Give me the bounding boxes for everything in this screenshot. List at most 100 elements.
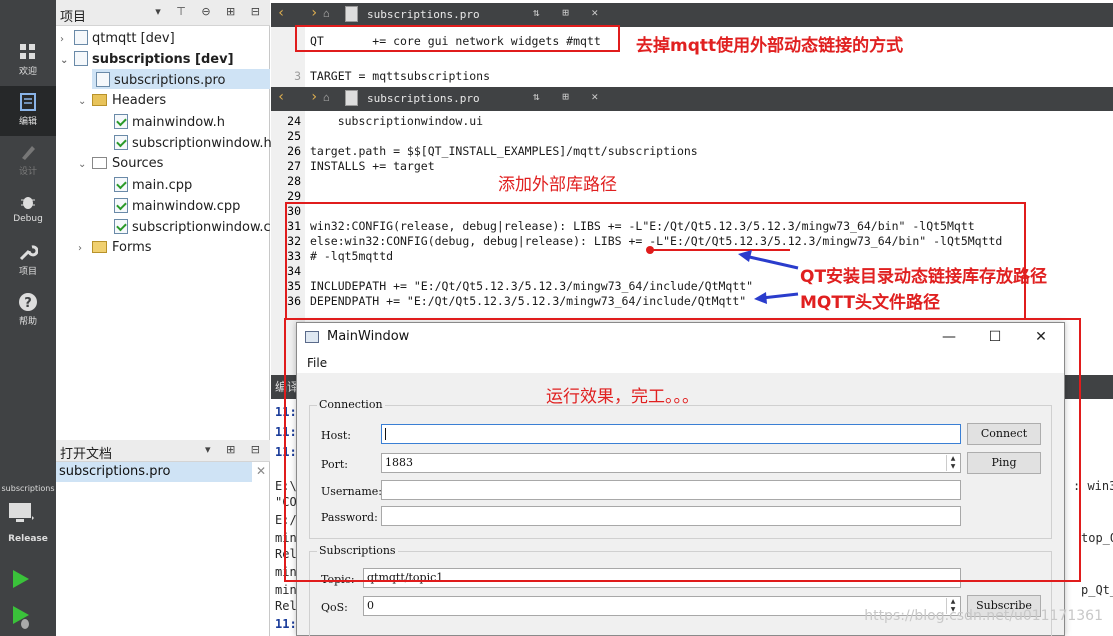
mode-edit[interactable]: 编辑 bbox=[0, 86, 56, 136]
forms-folder-icon bbox=[92, 241, 107, 253]
qos-value: 0 bbox=[367, 599, 374, 612]
tree-label: Forms bbox=[112, 240, 152, 255]
open-documents-pane: 打开文档 ▾ ⊞ ⊟ subscriptions.pro ✕ bbox=[56, 440, 270, 636]
project-pane-header: 项目 ▾ ⊤ ⊖ ⊞ ⊟ bbox=[56, 0, 270, 26]
tree-item-subscriptions[interactable]: ⌄ subscriptions [dev] bbox=[60, 51, 234, 67]
line-number: 25 bbox=[287, 129, 301, 143]
watermark: https://blog.csdn.net/u011171361 bbox=[864, 608, 1103, 624]
mode-label: 项目 bbox=[18, 267, 37, 277]
open-document-label: subscriptions.pro bbox=[59, 464, 171, 479]
tree-label: subscriptionwindow.cpp bbox=[132, 220, 270, 235]
editor2-filename[interactable]: subscriptions.pro bbox=[367, 92, 480, 105]
tree-item-headers[interactable]: ⌄ Headers bbox=[78, 93, 166, 108]
output-fragment: top_Qt_ bbox=[1081, 531, 1113, 545]
mode-label: 帮助 bbox=[18, 317, 37, 327]
editor1-tabbar: ‹ › ⌂ subscriptions.pro ⇅ ⊞ ✕ bbox=[271, 3, 1113, 27]
open-documents-title: 打开文档 bbox=[60, 447, 113, 462]
tree-item-subscriptionwindow-cpp[interactable]: subscriptionwindow.cpp bbox=[114, 219, 270, 235]
tree-label: Headers bbox=[112, 93, 167, 108]
output-fragment: p_Qt_5 bbox=[1081, 583, 1113, 597]
line-number: 28 bbox=[287, 174, 301, 188]
lock-icon: ⌂ bbox=[323, 91, 330, 104]
mode-label: 欢迎 bbox=[18, 67, 37, 77]
nav-arrows-icon[interactable]: ‹ › bbox=[277, 5, 326, 21]
tree-label: Sources bbox=[112, 156, 164, 171]
code-line: target.path = $$[QT_INSTALL_EXAMPLES]/mq… bbox=[310, 144, 698, 158]
lock-icon: ⌂ bbox=[323, 7, 330, 20]
tree-item-qtmqtt[interactable]: › qtmqtt [dev] bbox=[60, 30, 175, 46]
pane-toolbar[interactable]: ▾ ⊞ ⊟ bbox=[205, 443, 266, 456]
line-number: 24 bbox=[287, 114, 301, 128]
file-icon bbox=[345, 6, 358, 22]
tree-label: subscriptions.pro bbox=[114, 73, 226, 88]
debug-run-icon[interactable] bbox=[10, 604, 32, 630]
wrench-icon bbox=[19, 245, 38, 261]
pane-toolbar[interactable]: ▾ ⊤ ⊖ ⊞ ⊟ bbox=[155, 5, 266, 18]
mode-debug[interactable]: Debug bbox=[0, 186, 56, 236]
grid-icon bbox=[20, 44, 35, 59]
annotation-result: 运行效果，完工。。。 bbox=[546, 387, 699, 407]
tree-label: mainwindow.cpp bbox=[132, 199, 241, 214]
annotation-box-qt-line bbox=[295, 25, 620, 52]
editor2-controls[interactable]: ⇅ ⊞ ✕ bbox=[533, 90, 606, 103]
bug-icon bbox=[21, 197, 35, 209]
project-pane-title: 项目 bbox=[60, 10, 87, 25]
tree-item-forms[interactable]: › Forms bbox=[78, 240, 152, 255]
code-line: INSTALLS += target bbox=[310, 159, 435, 173]
output-line: min bbox=[275, 583, 297, 597]
editor1-controls[interactable]: ⇅ ⊞ ✕ bbox=[533, 6, 606, 19]
output-line: 11: bbox=[275, 617, 297, 631]
mode-design[interactable]: 设计 bbox=[0, 136, 56, 186]
output-line: Rel bbox=[275, 599, 297, 613]
project-icon bbox=[74, 30, 88, 45]
mode-label: 编辑 bbox=[18, 117, 37, 127]
code-line: TARGET = mqttsubscriptions bbox=[310, 69, 491, 83]
tree-item-mainwindow-cpp[interactable]: mainwindow.cpp bbox=[114, 198, 240, 214]
open-documents-header: 打开文档 ▾ ⊞ ⊟ bbox=[56, 440, 270, 462]
pen-icon bbox=[22, 146, 35, 160]
tree-label: qtmqtt [dev] bbox=[92, 31, 175, 46]
mode-label: 设计 bbox=[18, 167, 37, 177]
tree-item-mainwindow-h[interactable]: mainwindow.h bbox=[114, 114, 225, 130]
annotation-box-result bbox=[284, 318, 1081, 582]
editor1-filename[interactable]: subscriptions.pro bbox=[367, 8, 480, 21]
mode-projects[interactable]: 项目 bbox=[0, 236, 56, 286]
file-icon bbox=[345, 90, 358, 106]
project-pane: 项目 ▾ ⊤ ⊖ ⊞ ⊟ › qtmqtt [dev] ⌄ subscription… bbox=[56, 0, 272, 440]
help-icon: ? bbox=[19, 293, 37, 311]
source-file-icon bbox=[114, 198, 128, 213]
header-file-icon bbox=[114, 135, 128, 150]
tree-item-subscriptionwindow-h[interactable]: subscriptionwindow.h bbox=[114, 135, 272, 151]
close-icon[interactable]: ✕ bbox=[256, 464, 266, 478]
mode-welcome[interactable]: 欢迎 bbox=[0, 36, 56, 86]
line-number: 3 bbox=[294, 69, 301, 83]
tree-label: main.cpp bbox=[132, 178, 193, 193]
tree-label: subscriptions [dev] bbox=[92, 52, 234, 67]
monitor-icon[interactable] bbox=[8, 502, 34, 526]
code-line: subscriptionwindow.ui bbox=[310, 114, 484, 128]
annotation-remove-mqtt: 去掉mqtt使用外部动态链接的方式 bbox=[636, 36, 904, 56]
run-icon[interactable] bbox=[10, 568, 32, 590]
open-document-item[interactable]: subscriptions.pro ✕ bbox=[56, 462, 266, 482]
tree-label: mainwindow.h bbox=[132, 115, 225, 130]
tree-item-pro-file[interactable]: subscriptions.pro bbox=[96, 72, 225, 88]
header-file-icon bbox=[114, 114, 128, 129]
line-number: 27 bbox=[287, 159, 301, 173]
svg-text:?: ? bbox=[24, 296, 32, 311]
tree-item-sources[interactable]: ⌄ Sources bbox=[78, 156, 163, 171]
edit-icon bbox=[20, 93, 36, 111]
annotation-lib-dir: QT安装目录动态链接库存放路径 bbox=[800, 267, 1048, 287]
tree-item-main-cpp[interactable]: main.cpp bbox=[114, 177, 192, 193]
project-icon bbox=[74, 51, 88, 66]
qos-label: QoS: bbox=[321, 601, 348, 614]
pro-file-icon bbox=[96, 72, 110, 87]
mode-help[interactable]: ? 帮助 bbox=[0, 286, 56, 336]
mode-sidebar: 欢迎 编辑 设计 Debug 项目 ? 帮助 subscriptions Rel… bbox=[0, 0, 56, 636]
kit-project-label: subscriptions bbox=[1, 484, 55, 493]
source-file-icon bbox=[114, 177, 128, 192]
screenshot-root: 欢迎 编辑 设计 Debug 项目 ? 帮助 subscriptions Rel… bbox=[0, 0, 1113, 636]
folder-icon bbox=[92, 94, 107, 106]
editor2-tabbar: ‹ › ⌂ subscriptions.pro ⇅ ⊞ ✕ bbox=[271, 87, 1113, 111]
tree-label: subscriptionwindow.h bbox=[132, 136, 272, 151]
nav-arrows-icon[interactable]: ‹ › bbox=[277, 89, 326, 105]
